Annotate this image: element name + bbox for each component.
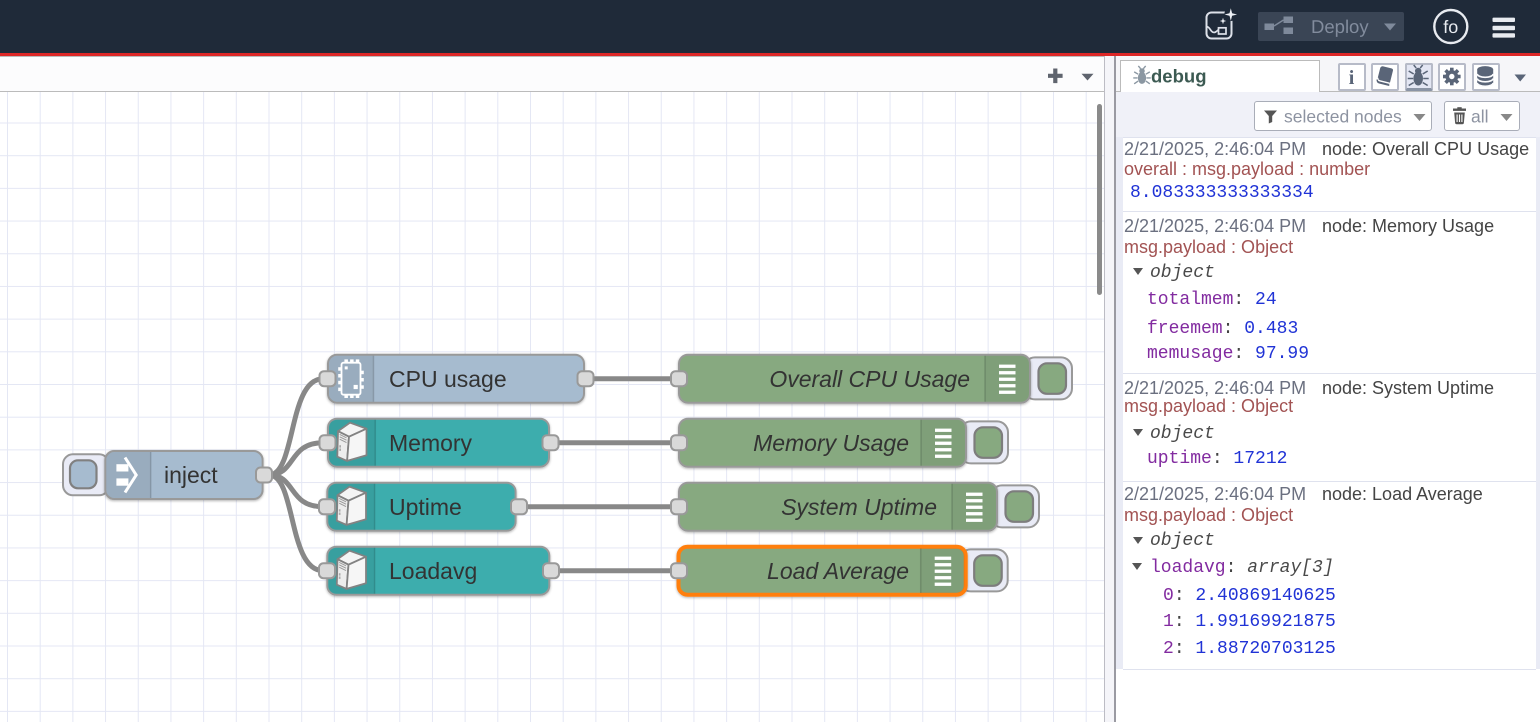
svg-text:debug: debug [1151, 66, 1207, 87]
svg-text:inject: inject [164, 462, 218, 488]
svg-text:Loadavg: Loadavg [389, 558, 477, 584]
svg-text:CPU usage: CPU usage [389, 366, 507, 392]
svg-text:Uptime: Uptime [389, 494, 462, 520]
svg-text:Memory Usage: Memory Usage [753, 430, 909, 456]
svg-text:i: i [1349, 67, 1355, 89]
svg-text:all: all [1471, 107, 1489, 127]
svg-text:Load Average: Load Average [767, 558, 909, 584]
svg-text:Memory: Memory [389, 430, 473, 456]
svg-text:System Uptime: System Uptime [781, 494, 937, 520]
svg-text:Overall CPU Usage: Overall CPU Usage [769, 366, 970, 392]
svg-text:Deploy: Deploy [1311, 16, 1369, 37]
svg-text:selected nodes: selected nodes [1284, 107, 1402, 127]
svg-text:fo: fo [1443, 17, 1458, 37]
